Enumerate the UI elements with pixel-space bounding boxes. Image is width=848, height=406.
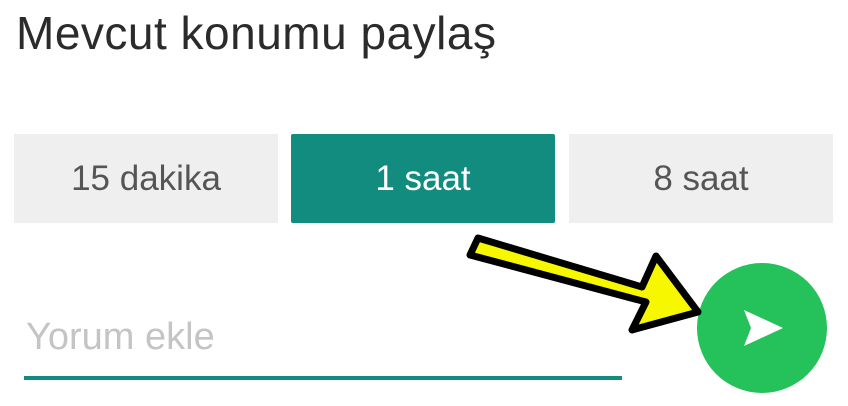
comment-field	[24, 300, 622, 384]
page-title: Mevcut konumu paylaş	[16, 7, 497, 59]
comment-input-underline	[24, 376, 622, 380]
send-button[interactable]	[697, 263, 827, 393]
duration-selector: 15 dakika 1 saat 8 saat	[0, 134, 848, 224]
comment-input[interactable]	[24, 300, 622, 374]
duration-option-1-hour[interactable]: 1 saat	[291, 134, 555, 223]
duration-option-15-minutes[interactable]: 15 dakika	[14, 134, 278, 223]
send-icon	[744, 310, 783, 346]
duration-option-8-hours[interactable]: 8 saat	[569, 134, 833, 223]
